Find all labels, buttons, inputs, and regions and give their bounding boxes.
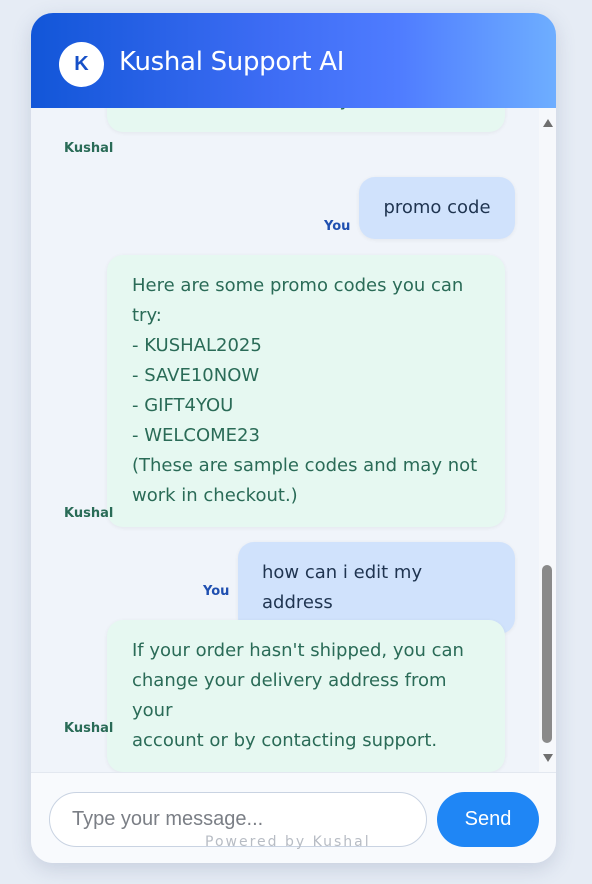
triangle-down-icon[interactable] <box>539 750 556 765</box>
message-scrollbar[interactable] <box>539 108 556 772</box>
bot-message: Here are some promo codes you can try: -… <box>107 255 505 527</box>
message-sender-label: You <box>203 584 230 599</box>
send-button[interactable]: Send <box>437 792 539 847</box>
chat-header: K Kushal Support AI <box>31 13 556 108</box>
triangle-up-icon[interactable] <box>539 115 556 130</box>
bot-message: If your order hasn't shipped, you can ch… <box>107 620 505 772</box>
message-sender-label: Kushal <box>64 141 114 156</box>
message-sender-label: Kushal <box>64 721 114 736</box>
chat-title: Kushal Support AI <box>119 47 345 77</box>
user-message: promo code <box>359 177 515 239</box>
composer: Send Powered by Kushal <box>31 772 556 863</box>
chat-window: K Kushal Support AI or ask in a differen… <box>31 13 556 863</box>
powered-by-label: Powered by Kushal <box>205 834 371 850</box>
message-sender-label: Kushal <box>64 506 114 521</box>
bot-avatar: K <box>59 42 104 87</box>
scrollbar-thumb[interactable] <box>542 565 552 743</box>
message-list[interactable]: or ask in a different way? Kushal promo … <box>31 108 556 772</box>
bot-message: or ask in a different way? <box>107 108 505 132</box>
message-sender-label: You <box>324 219 351 234</box>
